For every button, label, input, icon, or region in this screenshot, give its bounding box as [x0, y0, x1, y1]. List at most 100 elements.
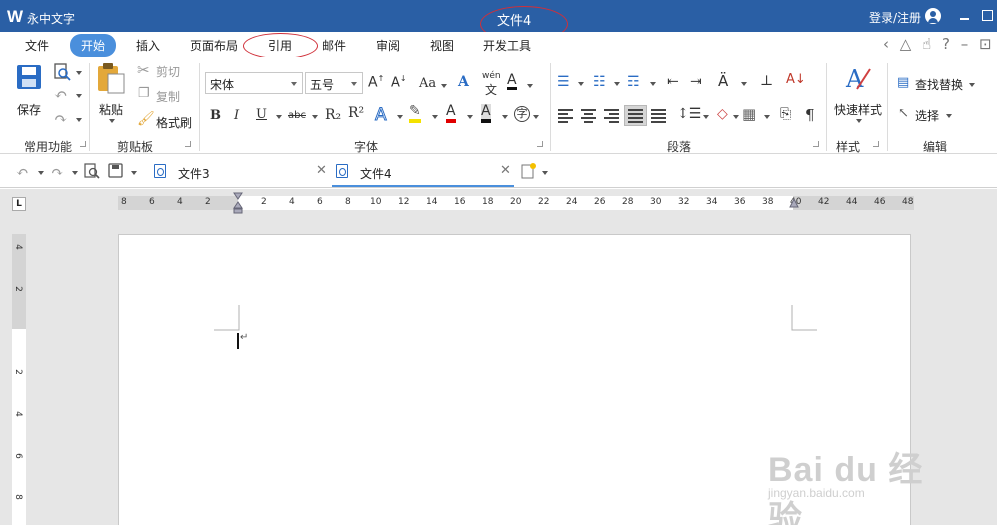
chevron-down-icon[interactable] — [733, 115, 739, 119]
new-document-icon[interactable] — [520, 162, 538, 180]
change-case-button[interactable]: Aa — [419, 76, 436, 91]
group-launcher-icon[interactable] — [80, 141, 86, 147]
decrease-indent-icon[interactable]: ⇤ — [667, 74, 679, 90]
align-left-icon[interactable] — [558, 109, 573, 123]
chevron-down-icon[interactable] — [542, 171, 548, 175]
sort-icon[interactable]: A↓ — [786, 72, 806, 87]
cut-button[interactable]: 剪切 — [156, 63, 180, 80]
chevron-down-icon[interactable] — [131, 171, 137, 175]
tab-home[interactable]: 开始 — [70, 34, 117, 57]
align-center-icon[interactable] — [581, 109, 596, 123]
tab-page-layout[interactable]: 页面布局 — [190, 37, 238, 54]
redo-icon[interactable]: ↷ — [54, 109, 67, 128]
chevron-down-icon[interactable] — [432, 115, 438, 119]
chevron-down-icon[interactable] — [397, 115, 403, 119]
scissors-icon[interactable]: ✂ — [137, 61, 150, 79]
chevron-down-icon[interactable] — [650, 82, 656, 86]
chevron-down-icon[interactable] — [527, 84, 533, 88]
copy-icon[interactable]: ❐ — [138, 86, 150, 101]
tab-mailings[interactable]: 邮件 — [322, 37, 346, 54]
undo-icon[interactable]: ↶ — [16, 163, 29, 181]
doc-tab[interactable]: 文件3 ✕ — [150, 156, 330, 187]
superscript-button[interactable]: R² — [348, 105, 364, 121]
enclosed-char-icon[interactable]: 字 — [514, 106, 530, 122]
right-indent-marker-icon[interactable] — [789, 198, 799, 208]
tab-stop-selector[interactable]: L — [12, 197, 26, 211]
text-direction-icon[interactable]: ⎘ — [780, 106, 791, 122]
chevron-down-icon[interactable] — [312, 115, 318, 119]
bullets-icon[interactable]: ☰ — [557, 74, 570, 90]
chevron-down-icon[interactable] — [703, 115, 709, 119]
minimize-icon[interactable] — [958, 8, 972, 22]
chevron-down-icon[interactable] — [441, 84, 447, 88]
char-spacing-icon[interactable]: Ä — [718, 72, 728, 90]
clear-format-icon[interactable]: A — [458, 74, 469, 90]
chevron-down-icon[interactable] — [76, 71, 82, 75]
chevron-down-icon[interactable] — [109, 119, 115, 123]
group-launcher-icon[interactable] — [813, 141, 819, 147]
find-replace-button[interactable]: 查找替换 — [915, 76, 963, 93]
chevron-down-icon[interactable] — [76, 118, 82, 122]
shrink-font-icon[interactable]: A↓ — [391, 74, 407, 90]
maximize-icon[interactable] — [980, 8, 994, 22]
quick-styles-button[interactable]: 快速样式 — [834, 101, 882, 118]
redo-icon[interactable]: ↷ — [51, 163, 64, 181]
group-launcher-icon[interactable] — [185, 141, 191, 147]
char-border-icon[interactable]: A — [507, 73, 517, 90]
tab-file[interactable]: 文件 — [25, 37, 49, 54]
save-icon[interactable] — [16, 64, 42, 90]
justify-icon[interactable] — [624, 105, 647, 126]
close-icon[interactable]: ✕ — [316, 163, 327, 178]
save-button[interactable]: 保存 — [17, 101, 41, 118]
distribute-icon[interactable] — [651, 109, 666, 123]
text-effect-icon[interactable]: A — [375, 105, 388, 126]
login-link[interactable]: 登录/注册 — [869, 9, 921, 26]
close-icon[interactable]: ✕ — [500, 163, 511, 178]
paragraph-mark-icon[interactable]: ¶ — [805, 106, 815, 124]
chevron-down-icon[interactable] — [533, 115, 539, 119]
highlight-icon[interactable]: ✎ — [409, 104, 421, 123]
borders-icon[interactable]: ▦ — [742, 105, 756, 123]
chevron-down-icon[interactable] — [856, 119, 862, 123]
tab-review[interactable]: 审阅 — [376, 37, 400, 54]
tab-developer[interactable]: 开发工具 — [483, 37, 531, 54]
shading-icon[interactable]: ◇ — [717, 106, 728, 122]
print-preview-icon[interactable] — [53, 63, 71, 81]
italic-button[interactable]: I — [234, 108, 239, 123]
group-launcher-icon[interactable] — [873, 141, 879, 147]
undo-icon[interactable]: ↶ — [54, 85, 67, 104]
chevron-down-icon[interactable] — [467, 115, 473, 119]
select-button[interactable]: 选择 — [915, 107, 939, 124]
bold-button[interactable]: B — [210, 108, 221, 123]
save-icon[interactable] — [108, 163, 123, 178]
strikethrough-button[interactable]: abc — [288, 110, 306, 121]
chevron-down-icon[interactable] — [614, 82, 620, 86]
numbering-icon[interactable]: ☷ — [593, 74, 606, 90]
format-painter-icon[interactable]: 🖌 — [137, 111, 155, 127]
chevron-down-icon[interactable] — [502, 115, 508, 119]
show-marks-icon[interactable]: ⊥ — [760, 73, 773, 89]
font-size-select[interactable]: 五号 — [305, 72, 363, 94]
tab-view[interactable]: 视图 — [430, 37, 454, 54]
chevron-down-icon[interactable] — [946, 114, 952, 118]
find-replace-icon[interactable]: ▤ — [897, 75, 909, 90]
underline-button[interactable]: U — [256, 107, 267, 122]
pinyin-guide-button[interactable]: wén — [482, 71, 501, 81]
chevron-down-icon[interactable] — [764, 115, 770, 119]
chevron-down-icon[interactable] — [578, 82, 584, 86]
grow-font-icon[interactable]: A↑ — [368, 74, 384, 91]
paste-icon[interactable] — [96, 62, 126, 94]
doc-tab-active[interactable]: 文件4 ✕ — [332, 156, 514, 187]
chevron-down-icon[interactable] — [38, 171, 44, 175]
user-avatar-icon[interactable] — [925, 8, 941, 24]
char-shading-icon[interactable]: A — [481, 104, 491, 123]
group-launcher-icon[interactable] — [537, 141, 543, 147]
tab-insert[interactable]: 插入 — [136, 37, 160, 54]
vertical-ruler[interactable]: 4 2 2 4 6 8 — [12, 234, 26, 525]
chevron-down-icon[interactable] — [72, 171, 78, 175]
subscript-button[interactable]: R₂ — [325, 107, 341, 123]
toolbar-mini-icons[interactable]: ‹ △ ☝ ? – ⊡ — [883, 35, 995, 53]
copy-button[interactable]: 复制 — [156, 88, 180, 105]
chevron-down-icon[interactable] — [276, 115, 282, 119]
chevron-down-icon[interactable] — [969, 83, 975, 87]
